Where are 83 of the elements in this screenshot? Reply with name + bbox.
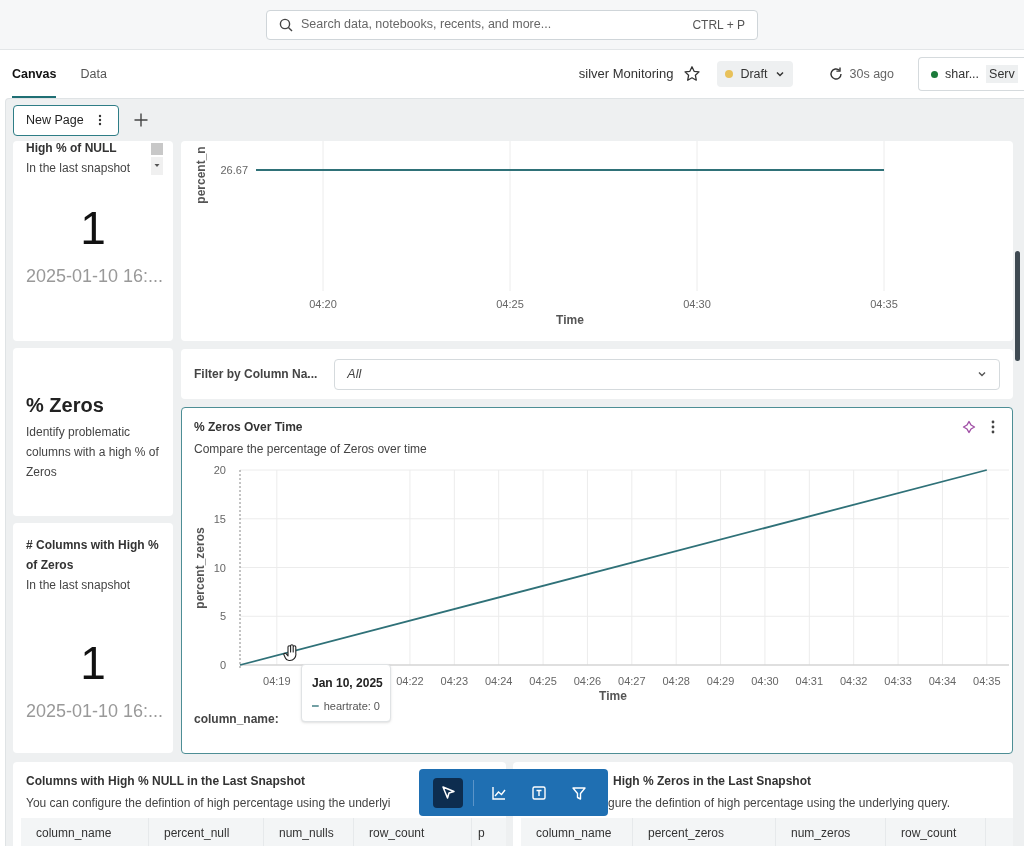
search-icon (279, 17, 293, 32)
y-axis-title: percent_zeros (193, 527, 207, 609)
x-tick-label: 04:32 (839, 675, 868, 687)
column-header[interactable]: column_name (521, 818, 633, 846)
y-tick-label: 0 (219, 659, 226, 671)
x-axis-title: Time (599, 689, 627, 703)
x-tick-label: 04:25 (529, 675, 557, 687)
x-tick-label: 04:27 (618, 675, 646, 687)
widget-title: High % of NULL (26, 141, 118, 156)
table-title: Columns with High % NULL in the Last Snapshot (25, 773, 307, 790)
x-tick-label: 04:35 (870, 298, 898, 310)
chart-title: % Zeros Over Time (194, 419, 304, 436)
x-tick-label: 04:35 (973, 675, 1001, 687)
tab[interactable]: Data (80, 50, 107, 98)
counter-timestamp: 2025-01-10 16:... (26, 265, 160, 288)
x-tick-label: 04:30 (751, 675, 779, 687)
page-tab[interactable]: New Page (13, 104, 119, 136)
x-tick-label: 04:24 (484, 675, 513, 687)
y-tick-label: 15 (213, 512, 226, 525)
x-tick-label: 04:22 (396, 675, 424, 687)
x-tick-label: 04:29 (706, 675, 735, 687)
x-tick-label: 04:25 (496, 298, 524, 310)
counter-value: 1 (79, 203, 107, 253)
table-description: You can configure the defintion of high percentage using the underlyi (25, 795, 392, 812)
text-box-icon (530, 783, 548, 802)
x-tick-label: 04:31 (795, 675, 824, 687)
plus-icon (133, 112, 149, 128)
status-dropdown[interactable]: Draft (717, 61, 793, 87)
counter-timestamp: 2025-01-10 16:... (26, 700, 160, 723)
section-description: Identify problematic columns with a high % of Zeros (26, 424, 160, 481)
pointer-icon (439, 783, 457, 802)
value-label: 26.67 (220, 164, 248, 176)
column-header[interactable]: num_zeros (776, 818, 886, 846)
add-page-button[interactable] (133, 112, 149, 128)
column-header[interactable]: p (472, 818, 494, 846)
search-bar[interactable]: Search data, notebooks, recents, and more... CTRL + P (266, 9, 758, 40)
column-header[interactable]: percent_zeros (633, 818, 776, 846)
widget-title: # Columns with High % of Zeros (26, 537, 160, 574)
refresh-icon (827, 66, 844, 82)
x-tick-label: 04:34 (928, 675, 957, 687)
table-title: High % Zeros in the Last Snapshot (612, 773, 813, 790)
column-header[interactable]: percent_null (149, 818, 264, 846)
y-tick-label: 20 (213, 464, 226, 476)
x-tick-label: 04:19 (263, 675, 291, 687)
tooltip-entry: heartrate: 0 (323, 699, 380, 714)
sparkle-icon (962, 420, 976, 434)
refresh-time: 30s ago (849, 65, 894, 83)
y-tick-label: 10 (213, 561, 226, 574)
section-heading: % Zeros (26, 393, 105, 418)
chevron-down-icon (774, 69, 785, 79)
x-tick-label: 04:20 (309, 298, 337, 310)
widget-subtitle: In the last snapshot (26, 577, 132, 594)
search-field[interactable]: Search data, notebooks, recents, and more... (301, 15, 685, 34)
compute-selector[interactable]: shar... Serv (918, 57, 1024, 91)
hand-cursor-icon (283, 644, 299, 662)
x-tick-label: 04:26 (573, 675, 602, 687)
column-header[interactable]: column_name (21, 818, 149, 846)
widget-subtitle: In the last snapshot (26, 160, 132, 177)
x-axis-title: Time (556, 313, 584, 327)
x-tick-label: 04:30 (683, 298, 711, 310)
column-header[interactable]: row_count (886, 818, 986, 846)
y-axis-title: percent_n (194, 146, 208, 204)
filter-dropdown[interactable]: All (334, 358, 1000, 390)
x-tick-label: 04:23 (440, 675, 469, 687)
legend-label: column_name: (194, 711, 279, 728)
compute-badge: Serv (986, 64, 1018, 84)
shortcut-hint: CTRL + P (692, 16, 745, 34)
y-tick-label: 5 (219, 610, 226, 623)
x-tick-label: 04:28 (662, 675, 690, 687)
x-tick-label: 04:33 (884, 675, 912, 687)
counter-value: 1 (79, 638, 107, 688)
column-header[interactable]: row_count (354, 818, 472, 846)
scrollbar (151, 143, 163, 175)
table-description: gure the defintion of high percentage using the underlying query. (607, 795, 952, 812)
chart-subtitle: Compare the percentage of Zeros over time (194, 441, 427, 458)
toolbar-button[interactable] (433, 777, 463, 808)
chevron-down-icon (977, 369, 987, 379)
column-header[interactable]: num_nulls (264, 818, 354, 846)
filter-label: Filter by Column Na... (194, 366, 318, 383)
kebab-menu-icon (97, 114, 102, 126)
dashboard-title: silver Monitoring (578, 65, 674, 84)
kebab-menu-icon[interactable] (991, 420, 995, 434)
star-icon[interactable] (683, 65, 702, 83)
